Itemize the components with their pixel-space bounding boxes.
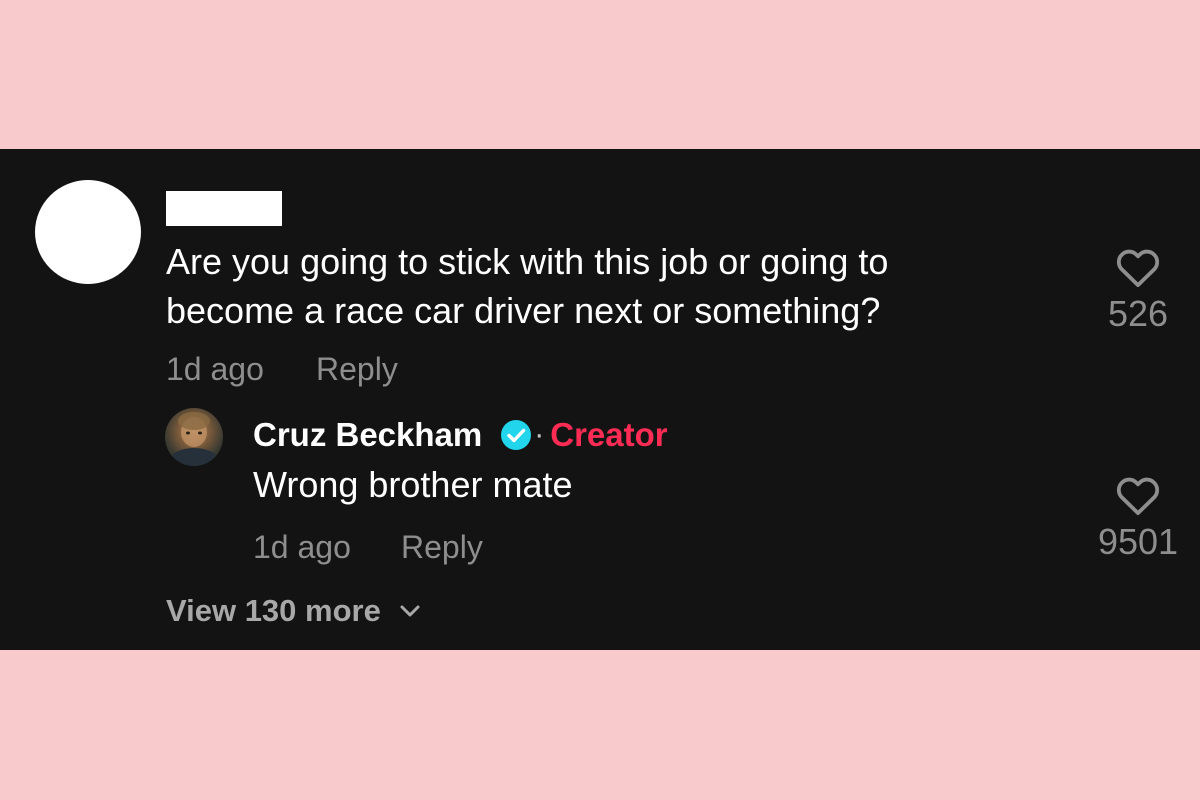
creator-badge: Creator	[550, 416, 668, 453]
badge-separator: ·	[534, 418, 545, 451]
reply-reply-button[interactable]: Reply	[401, 527, 483, 567]
view-more-replies-button[interactable]: View 130 more	[166, 593, 421, 629]
view-more-label: View 130 more	[166, 593, 381, 628]
reply-author-name[interactable]: Cruz Beckham	[253, 416, 482, 454]
reply-text: Wrong brother mate	[253, 464, 573, 505]
heart-outline-icon	[1116, 249, 1160, 288]
heart-outline-icon	[1116, 477, 1160, 516]
comment-like-button[interactable]: 526	[1083, 246, 1193, 334]
comment-thread-panel: Are you going to stick with this job or …	[0, 149, 1200, 650]
reply-header: Cruz Beckham · Creator	[253, 413, 668, 457]
reply-like-button[interactable]: 9501	[1083, 474, 1193, 562]
comment-text: Are you going to stick with this job or …	[166, 241, 889, 331]
reply-timestamp: 1d ago	[253, 529, 351, 565]
commenter-avatar[interactable]	[35, 180, 141, 284]
chevron-down-icon	[400, 605, 420, 617]
verified-check-icon	[501, 420, 532, 450]
comment-reply-button[interactable]: Reply	[316, 349, 398, 389]
comment-timestamp: 1d ago	[166, 351, 264, 387]
reply-author-avatar[interactable]	[165, 408, 223, 466]
comment-like-count: 526	[1107, 293, 1169, 334]
commenter-name-redacted	[166, 191, 282, 226]
reply-like-count: 9501	[1097, 521, 1179, 562]
avatar-photo-image	[170, 412, 218, 466]
